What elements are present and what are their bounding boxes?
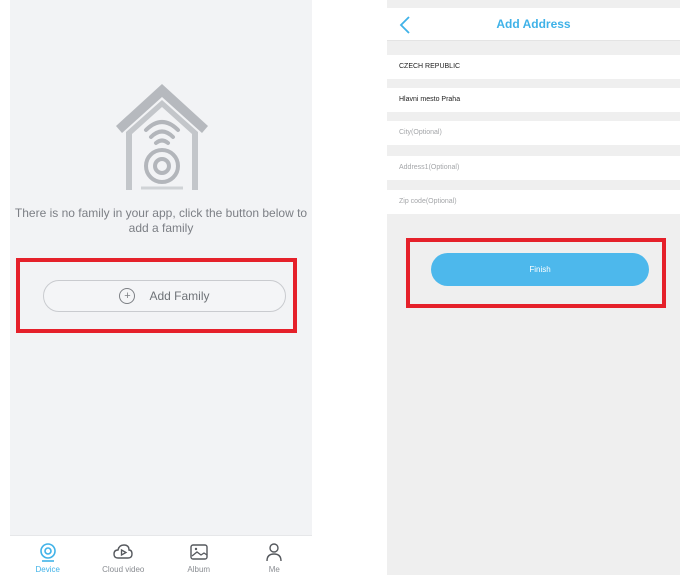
highlight-box-add-family — [16, 258, 297, 333]
tab-me-label: Me — [268, 565, 280, 574]
country-field[interactable]: CZECH REPUBLIC — [387, 55, 680, 79]
tab-album-label: Album — [187, 565, 211, 574]
device-camera-icon — [39, 543, 56, 562]
header-bar: Add Address — [387, 8, 680, 41]
tab-me[interactable]: Me — [237, 536, 313, 576]
address1-field[interactable]: Address1(Optional) — [387, 156, 680, 180]
page-title: Add Address — [496, 17, 571, 31]
cloud-play-icon — [113, 544, 133, 559]
tab-cloud-video[interactable]: Cloud video — [86, 536, 162, 576]
empty-state-message: There is no family in your app, click th… — [14, 206, 308, 235]
smart-home-camera-icon — [116, 84, 208, 190]
tab-device[interactable]: Device — [10, 536, 86, 576]
tab-cloud-video-label: Cloud video — [102, 565, 145, 574]
person-icon — [266, 543, 282, 562]
bottom-tab-bar: Device Cloud video Album Me — [10, 535, 312, 576]
highlight-box-finish — [406, 238, 666, 308]
zip-code-field[interactable]: Zip code(Optional) — [387, 190, 680, 214]
region-field[interactable]: Hlavni mesto Praha — [387, 88, 680, 112]
tab-album[interactable]: Album — [161, 536, 237, 576]
tab-device-label: Device — [35, 565, 60, 574]
album-image-icon — [190, 544, 208, 560]
city-field[interactable]: City(Optional) — [387, 121, 680, 145]
